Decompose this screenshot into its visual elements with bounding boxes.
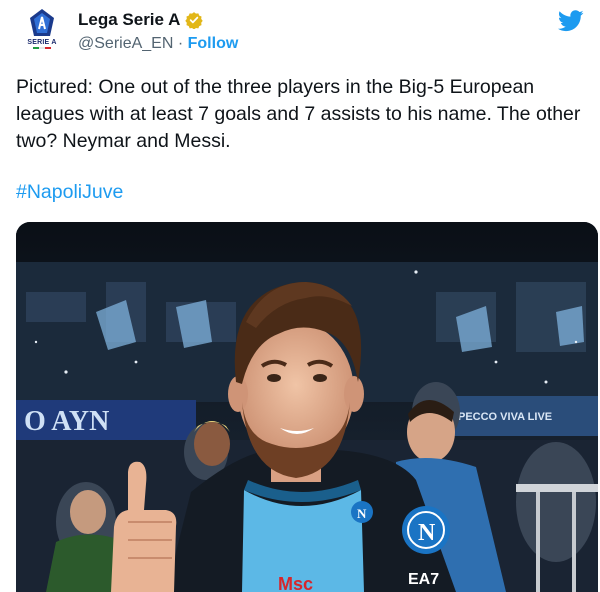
- tweet-photo[interactable]: O AYN PECCO VIVA LIVE N N EA7 Msc: [16, 222, 598, 592]
- player-photo: O AYN PECCO VIVA LIVE N N EA7 Msc: [16, 222, 598, 592]
- svg-text:EA7: EA7: [408, 571, 439, 588]
- twitter-bird-icon[interactable]: [558, 10, 584, 32]
- verified-badge-icon: [185, 12, 204, 29]
- svg-text:N: N: [418, 520, 436, 546]
- svg-text:Msc: Msc: [278, 574, 313, 592]
- italian-flag-icon: [33, 47, 51, 49]
- tweet-header: SERIE A Lega Serie A @SerieA_EN · Follow: [0, 0, 600, 64]
- display-name[interactable]: Lega Serie A: [78, 10, 180, 30]
- follow-button[interactable]: Follow: [188, 35, 239, 52]
- handle-row: @SerieA_EN · Follow: [78, 35, 238, 53]
- tweet-text: Pictured: One out of the three players i…: [16, 76, 581, 152]
- avatar[interactable]: SERIE A: [20, 8, 64, 56]
- banner-left: O AYN: [24, 406, 109, 437]
- svg-text:N: N: [357, 506, 367, 521]
- separator: ·: [177, 35, 184, 52]
- hashtag-link[interactable]: #NapoliJuve: [16, 181, 123, 204]
- handle[interactable]: @SerieA_EN: [78, 35, 173, 52]
- name-row: Lega Serie A: [78, 10, 204, 30]
- avatar-label: SERIE A: [27, 39, 57, 46]
- banner-right: PECCO VIVA LIVE: [458, 411, 552, 423]
- serie-a-logo-icon: [30, 9, 54, 36]
